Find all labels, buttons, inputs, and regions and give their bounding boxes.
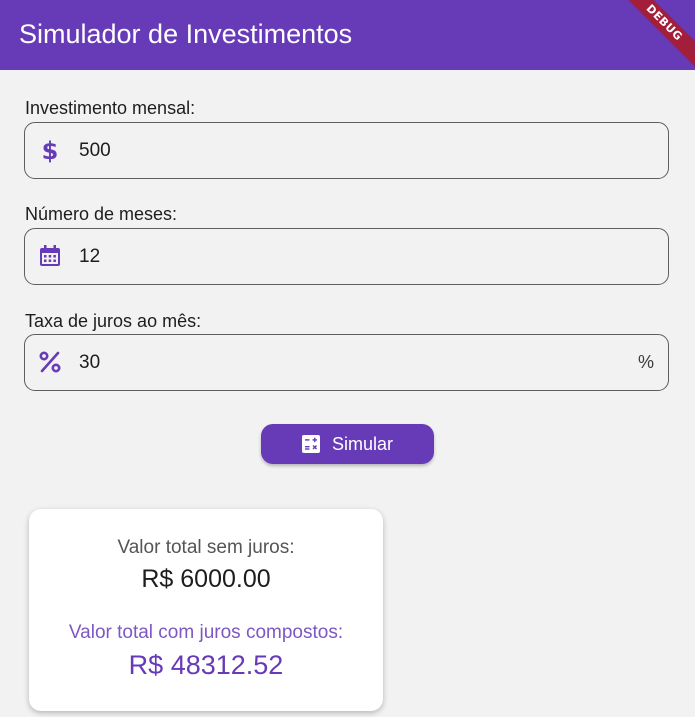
svg-text:$: $: [42, 137, 59, 163]
total-without-interest-label: Valor total sem juros:: [117, 537, 295, 558]
total-with-interest-value: R$ 48312.52: [128, 650, 284, 680]
monthly-investment-field[interactable]: $ 500: [24, 122, 669, 179]
months-label: Número de meses:: [25, 204, 178, 224]
app-bar: Simulador de Investimentos DEBUG: [0, 0, 695, 70]
months-field[interactable]: 12: [24, 228, 669, 285]
monthly-investment-label: Investimento mensal:: [25, 98, 196, 118]
total-without-interest-value: R$ 6000.00: [141, 565, 271, 593]
results-card: Valor total sem juros: R$ 6000.00 Valor …: [29, 509, 383, 711]
months-input[interactable]: 12: [79, 229, 100, 284]
percent-suffix: %: [637, 352, 654, 372]
interest-rate-field[interactable]: 30 %: [24, 334, 669, 391]
interest-rate-label: Taxa de juros ao mês:: [25, 311, 202, 331]
percent-icon: [37, 349, 63, 375]
total-with-interest-label: Valor total com juros compostos:: [68, 622, 344, 643]
monthly-investment-input[interactable]: 500: [79, 123, 111, 178]
app-title: Simulador de Investimentos: [19, 19, 353, 49]
interest-rate-input[interactable]: 30: [79, 335, 100, 390]
dollar-icon: $: [37, 137, 63, 163]
debug-banner: DEBUG: [611, 0, 695, 70]
calculator-icon: [301, 435, 320, 453]
simulate-button[interactable]: Simular: [261, 424, 434, 464]
simulate-button-label: Simular: [331, 433, 393, 454]
calendar-icon: [37, 243, 63, 269]
